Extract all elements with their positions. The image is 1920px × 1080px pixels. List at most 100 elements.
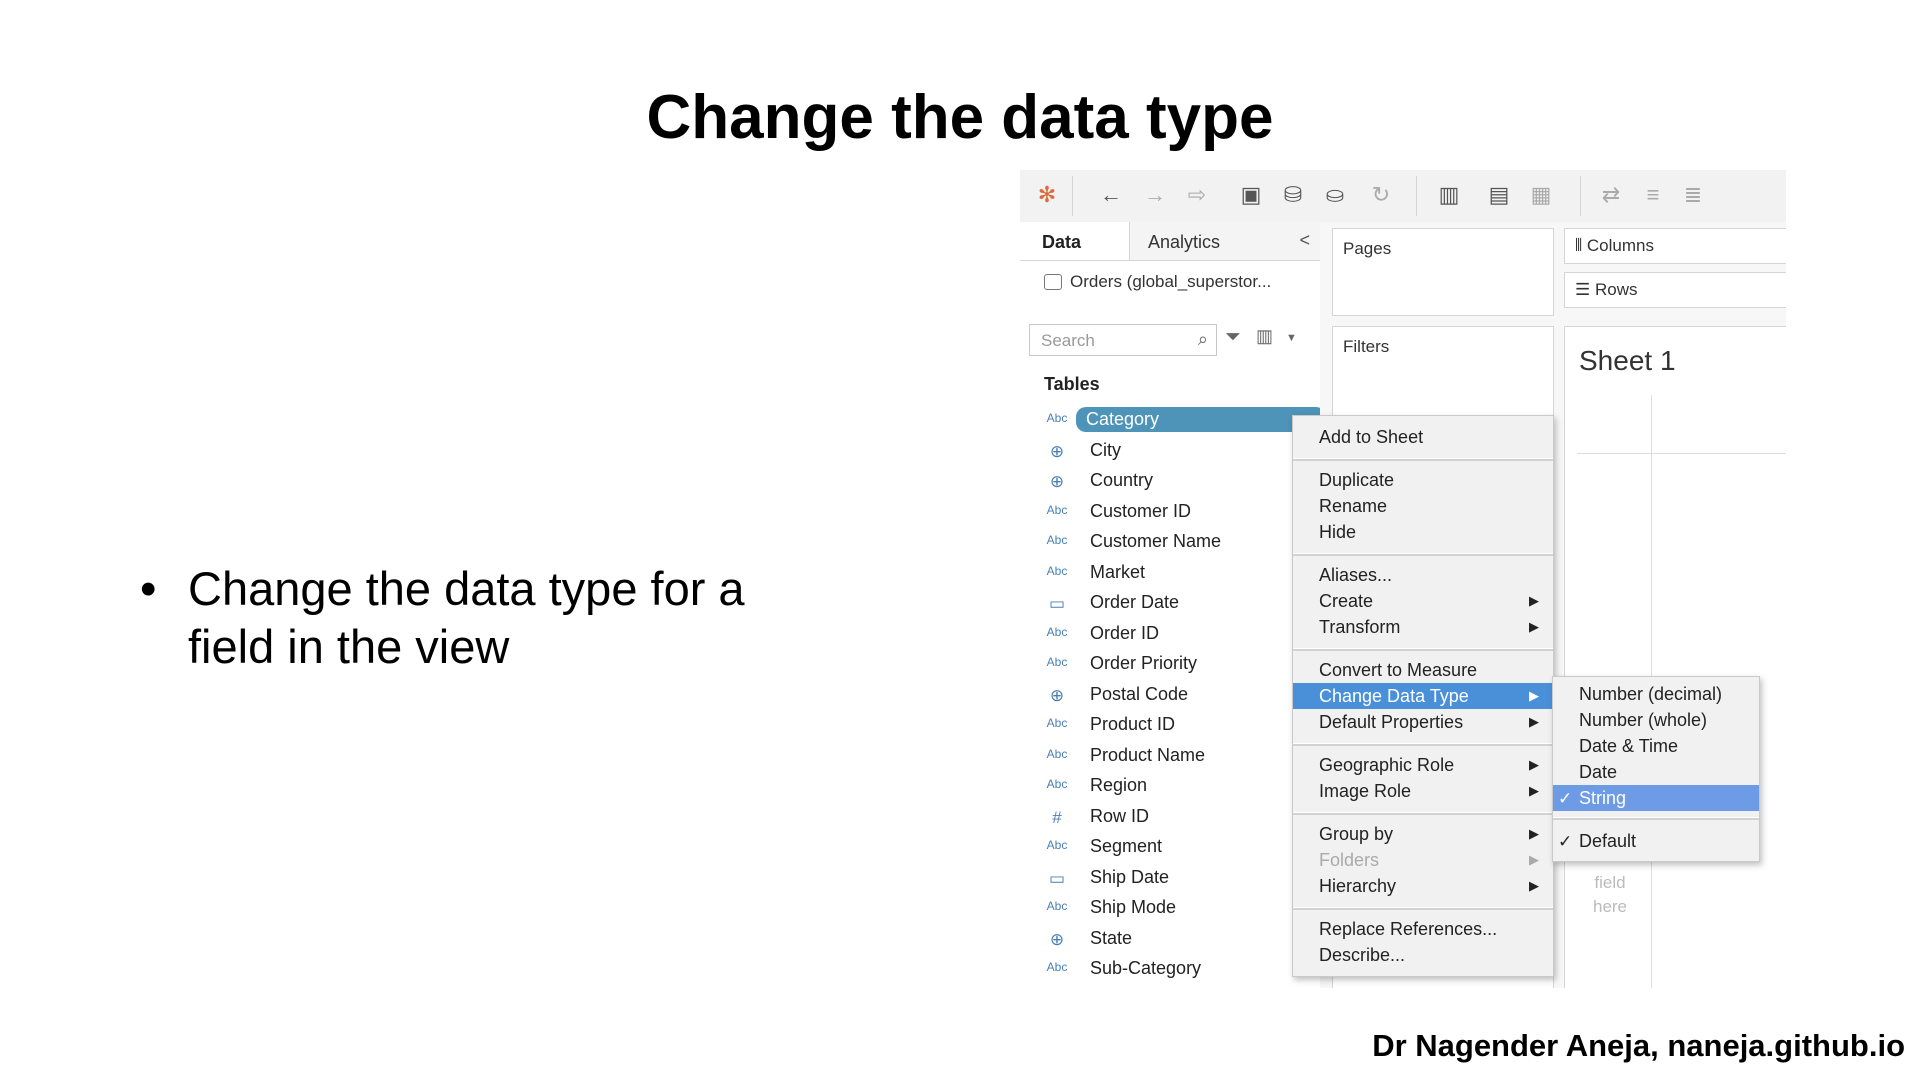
field-item[interactable]: Abc Customer Name (1020, 526, 1320, 556)
context-menu-item[interactable]: Duplicate (1293, 467, 1553, 493)
datasource-options-icon[interactable]: ⛀ (1322, 182, 1348, 208)
sort-descending-icon[interactable]: ≣ (1680, 182, 1706, 208)
chevron-down-icon[interactable]: ▼ (1286, 332, 1297, 344)
filter-icon[interactable]: ⏷ (1225, 326, 1241, 349)
data-pane: Data Analytics < Orders (global_supersto… (1020, 222, 1326, 988)
field-name: Order Date (1090, 592, 1180, 612)
refresh-icon[interactable]: ↻ (1368, 182, 1394, 208)
menu-item-label: Change Data Type (1319, 686, 1469, 706)
data-type-option[interactable]: ✓ String (1553, 785, 1759, 811)
field-type-icon: Abc (1046, 411, 1068, 425)
field-item[interactable]: ▭ Ship Date (1020, 862, 1320, 892)
data-type-label: Date (1579, 762, 1618, 782)
field-type-icon: Abc (1046, 655, 1068, 669)
new-datasource-icon[interactable]: ⛁ (1280, 182, 1306, 208)
redo-icon[interactable]: ⇨ (1184, 182, 1210, 208)
checkmark-icon: ✓ (1558, 832, 1573, 851)
footer-credit: Dr Nagender Aneja, naneja.github.io (1372, 1028, 1905, 1063)
toolbar-separator (1580, 176, 1581, 216)
context-menu-item[interactable]: Change Data Type ▶ (1293, 683, 1553, 709)
menu-item-label: Duplicate (1319, 470, 1395, 490)
field-item[interactable]: Abc Region (1020, 770, 1320, 800)
clear-sheet-icon[interactable]: ▦ (1528, 182, 1554, 208)
sheet-canvas[interactable]: Sheet 1 field here (1564, 326, 1786, 988)
tab-analytics[interactable]: Analytics (1130, 222, 1320, 260)
field-name: Product ID (1090, 714, 1176, 734)
collapse-pane-icon[interactable]: < (1299, 230, 1310, 251)
new-worksheet-icon[interactable]: ▥ (1436, 182, 1462, 208)
context-menu-item[interactable]: Describe... (1293, 942, 1553, 968)
tableau-logo-icon[interactable]: ✻ (1034, 182, 1060, 208)
menu-item-label: Describe... (1319, 945, 1406, 965)
context-menu-item[interactable]: Replace References... (1293, 916, 1553, 942)
field-item[interactable]: Abc Customer ID (1020, 496, 1320, 526)
data-type-option[interactable]: Number (whole) (1553, 707, 1759, 733)
field-item[interactable]: Abc Sub-Category (1020, 953, 1320, 983)
field-type-icon: Abc (1046, 746, 1068, 761)
sort-ascending-icon[interactable]: ≡ (1640, 182, 1666, 208)
field-name: Category (1076, 407, 1326, 432)
context-menu-item[interactable]: Add to Sheet (1293, 424, 1553, 450)
menu-separator (1293, 743, 1553, 746)
save-icon[interactable]: ▣ (1238, 182, 1264, 208)
rows-shelf[interactable]: ☰ Rows (1564, 272, 1786, 308)
menu-separator (1293, 553, 1553, 556)
menu-item-label: Group by (1319, 824, 1394, 844)
tab-data[interactable]: Data (1020, 222, 1130, 260)
menu-item-label: Transform (1319, 617, 1401, 637)
field-item[interactable]: Abc Product ID (1020, 709, 1320, 739)
context-menu-item[interactable]: Transform ▶ (1293, 614, 1553, 640)
data-type-option[interactable]: Date & Time (1553, 733, 1759, 759)
field-name: Ship Date (1090, 866, 1170, 887)
submenu-arrow-icon: ▶ (1529, 593, 1539, 608)
field-item[interactable]: ▭ Order Date (1020, 587, 1320, 617)
context-menu-item[interactable]: Default Properties ▶ (1293, 709, 1553, 735)
context-menu-item[interactable]: Geographic Role ▶ (1293, 752, 1553, 778)
field-item[interactable]: Abc Order Priority (1020, 648, 1320, 678)
context-menu-item[interactable]: Image Role ▶ (1293, 778, 1553, 804)
drop-field-hint: field here (1592, 873, 1628, 916)
data-type-option[interactable]: Number (decimal) (1553, 681, 1759, 707)
context-menu-item[interactable]: Group by ▶ (1293, 821, 1553, 847)
pages-label: Pages (1343, 239, 1392, 258)
menu-item-label: Folders (1319, 850, 1380, 870)
context-menu-item[interactable]: Hide (1293, 519, 1553, 545)
data-type-option[interactable]: ✓ Default (1553, 828, 1759, 854)
field-search-input[interactable]: Search ⌕ (1029, 324, 1217, 356)
field-item[interactable]: Abc Segment (1020, 831, 1320, 861)
context-menu-item[interactable]: Aliases... (1293, 562, 1553, 588)
columns-label: ⫴ Columns (1575, 236, 1654, 255)
context-menu-item[interactable]: Hierarchy ▶ (1293, 873, 1553, 899)
toolbar: ✻ ← → ⇨ ▣ ⛁ ⛀ ↻ ▥ ▤ ▦ ⇄ ≡ ≣ (1020, 170, 1786, 223)
duplicate-sheet-icon[interactable]: ▤ (1486, 182, 1512, 208)
forward-arrow-icon[interactable]: → (1142, 182, 1168, 208)
datasource-item[interactable]: Orders (global_superstor... (1044, 272, 1271, 292)
field-item[interactable]: ⊕ Country (1020, 465, 1320, 495)
field-name: Ship Mode (1090, 897, 1177, 917)
field-item[interactable]: ⊕ State (1020, 923, 1320, 953)
context-menu-item[interactable]: Convert to Measure (1293, 657, 1553, 683)
context-menu-item[interactable]: Create ▶ (1293, 588, 1553, 614)
tables-header: Tables (1044, 374, 1100, 394)
back-arrow-icon[interactable]: ← (1098, 182, 1124, 208)
menu-item-label: Hierarchy (1319, 876, 1397, 896)
menu-item-label: Create (1319, 591, 1374, 611)
submenu-arrow-icon: ▶ (1529, 878, 1539, 893)
submenu-arrow-icon: ▶ (1529, 688, 1539, 703)
field-item[interactable]: ⊕ City (1020, 435, 1320, 465)
field-item[interactable]: Abc Ship Mode (1020, 892, 1320, 922)
pages-shelf[interactable]: Pages (1332, 228, 1554, 316)
field-item[interactable]: Abc Order ID (1020, 618, 1320, 648)
columns-shelf[interactable]: ⫴ Columns (1564, 228, 1786, 264)
search-placeholder: Search (1041, 331, 1095, 350)
field-item[interactable]: Abc Category (1020, 404, 1326, 434)
view-data-icon[interactable]: ▥ (1256, 326, 1273, 347)
data-type-option[interactable]: Date (1553, 759, 1759, 785)
field-item[interactable]: # Row ID (1020, 801, 1320, 831)
field-item[interactable]: Abc Market (1020, 557, 1320, 587)
context-menu-item[interactable]: Rename (1293, 493, 1553, 519)
swap-icon[interactable]: ⇄ (1598, 182, 1624, 208)
menu-separator (1293, 812, 1553, 815)
field-item[interactable]: Abc Product Name (1020, 740, 1320, 770)
field-item[interactable]: ⊕ Postal Code (1020, 679, 1320, 709)
